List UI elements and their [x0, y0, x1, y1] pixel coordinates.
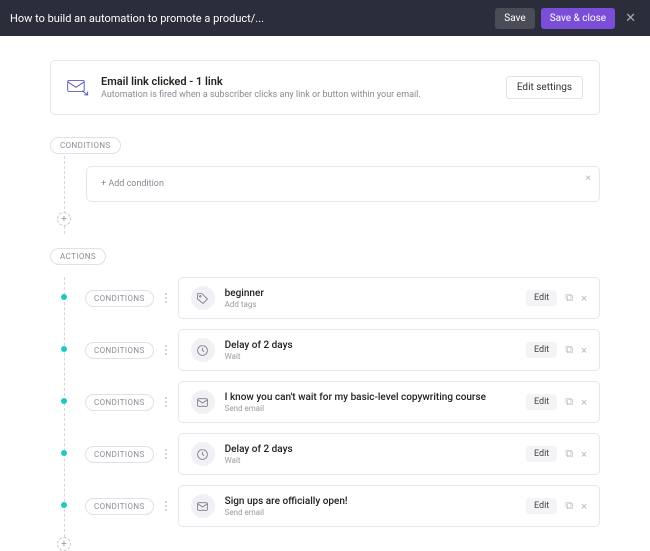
delete-icon[interactable]: ×	[581, 448, 587, 461]
drag-handle-icon[interactable]	[162, 293, 170, 303]
action-subtitle: Send email	[225, 508, 526, 517]
trigger-desc: Automation is fired when a subscriber cl…	[101, 90, 506, 100]
timeline-dot	[61, 450, 67, 456]
mail-click-icon	[67, 79, 89, 97]
duplicate-icon[interactable]: ⧉	[565, 499, 573, 513]
conditions-pill[interactable]: Conditions	[85, 498, 154, 515]
edit-button[interactable]: Edit	[526, 342, 557, 358]
timeline-dot	[61, 294, 67, 300]
trigger-title: Email link clicked - 1 link	[101, 75, 506, 88]
action-title: Sign ups are officially open!	[225, 496, 526, 507]
action-subtitle: Wait	[225, 352, 526, 361]
remove-condition-icon[interactable]: ×	[586, 173, 591, 184]
action-subtitle: Wait	[225, 456, 526, 465]
duplicate-icon[interactable]: ⧉	[565, 395, 573, 409]
drag-handle-icon[interactable]	[162, 345, 170, 355]
add-action-button[interactable]: +	[57, 537, 71, 551]
action-row: Conditions beginnerAdd tagsEdit ⧉ ×	[50, 277, 600, 319]
action-card: Sign ups are officially open!Send emailE…	[178, 485, 600, 527]
action-title: Delay of 2 days	[225, 340, 526, 351]
action-row: Conditions Delay of 2 daysWaitEdit ⧉ ×	[50, 433, 600, 475]
save-close-button[interactable]: Save & close	[541, 8, 615, 29]
conditions-pill[interactable]: Conditions	[85, 446, 154, 463]
edit-settings-button[interactable]: Edit settings	[506, 76, 583, 99]
page-title: How to build an automation to promote a …	[10, 12, 495, 25]
delete-icon[interactable]: ×	[581, 500, 587, 513]
action-subtitle: Send email	[225, 404, 526, 413]
delete-icon[interactable]: ×	[581, 292, 587, 305]
conditions-card: + Add condition ×	[86, 166, 600, 202]
edit-button[interactable]: Edit	[526, 498, 557, 514]
action-subtitle: Add tags	[225, 300, 526, 309]
top-bar: How to build an automation to promote a …	[0, 0, 650, 36]
drag-handle-icon[interactable]	[162, 501, 170, 511]
action-card: Delay of 2 daysWaitEdit ⧉ ×	[178, 433, 600, 475]
delete-icon[interactable]: ×	[581, 344, 587, 357]
close-icon[interactable]: ✕	[621, 11, 640, 26]
action-card: beginnerAdd tagsEdit ⧉ ×	[178, 277, 600, 319]
timeline-dot	[61, 502, 67, 508]
mail-icon	[191, 390, 215, 414]
add-condition-link[interactable]: + Add condition	[101, 179, 164, 189]
action-row: Conditions I know you can't wait for my b…	[50, 381, 600, 423]
clock-icon	[191, 338, 215, 362]
action-card: Delay of 2 daysWaitEdit ⧉ ×	[178, 329, 600, 371]
conditions-pill[interactable]: Conditions	[85, 394, 154, 411]
edit-button[interactable]: Edit	[526, 446, 557, 462]
action-title: I know you can't wait for my basic-level…	[225, 392, 526, 403]
duplicate-icon[interactable]: ⧉	[565, 343, 573, 357]
conditions-section: CONDITIONS + Add condition × +	[50, 133, 600, 226]
actions-section: ACTIONS ConditionsbeginnerAdd tagsEdit⧉×…	[50, 244, 600, 551]
drag-handle-icon[interactable]	[162, 449, 170, 459]
duplicate-icon[interactable]: ⧉	[565, 291, 573, 305]
conditions-label: CONDITIONS	[50, 137, 121, 154]
duplicate-icon[interactable]: ⧉	[565, 447, 573, 461]
action-card: I know you can't wait for my basic-level…	[178, 381, 600, 423]
action-row: Conditions Delay of 2 daysWaitEdit ⧉ ×	[50, 329, 600, 371]
save-button[interactable]: Save	[495, 8, 534, 29]
add-step-button[interactable]: +	[57, 212, 71, 226]
timeline-dot	[61, 346, 67, 352]
action-title: Delay of 2 days	[225, 444, 526, 455]
trigger-card: Email link clicked - 1 link Automation i…	[50, 60, 600, 115]
tag-icon	[191, 286, 215, 310]
delete-icon[interactable]: ×	[581, 396, 587, 409]
conditions-pill[interactable]: Conditions	[85, 342, 154, 359]
edit-button[interactable]: Edit	[526, 394, 557, 410]
actions-label: ACTIONS	[50, 248, 106, 265]
action-title: beginner	[225, 288, 526, 299]
timeline-dot	[61, 398, 67, 404]
conditions-pill[interactable]: Conditions	[85, 290, 154, 307]
drag-handle-icon[interactable]	[162, 397, 170, 407]
clock-icon	[191, 442, 215, 466]
mail-icon	[191, 494, 215, 518]
edit-button[interactable]: Edit	[526, 290, 557, 306]
action-row: Conditions Sign ups are officially open!S…	[50, 485, 600, 527]
